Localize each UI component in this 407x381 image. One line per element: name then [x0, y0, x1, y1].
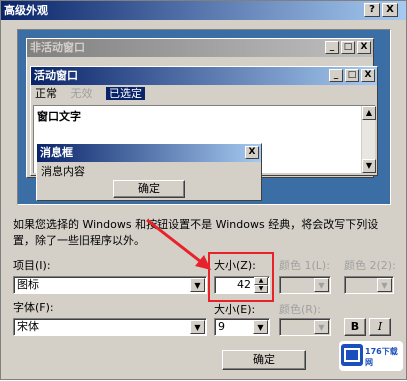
arrow-annotation: [146, 218, 211, 270]
watermark-text: 176下载网: [365, 347, 398, 367]
watermark: 176下载网: [339, 341, 403, 371]
arrow-line: [146, 218, 206, 267]
watermark-logo: [341, 344, 363, 366]
advanced-appearance-dialog: 高级外观 ? X 非活动窗口 _ □ X 活动窗口 _ □ X 正常 无效 已选…: [0, 0, 407, 380]
watermark-logo-icon: [344, 348, 360, 362]
